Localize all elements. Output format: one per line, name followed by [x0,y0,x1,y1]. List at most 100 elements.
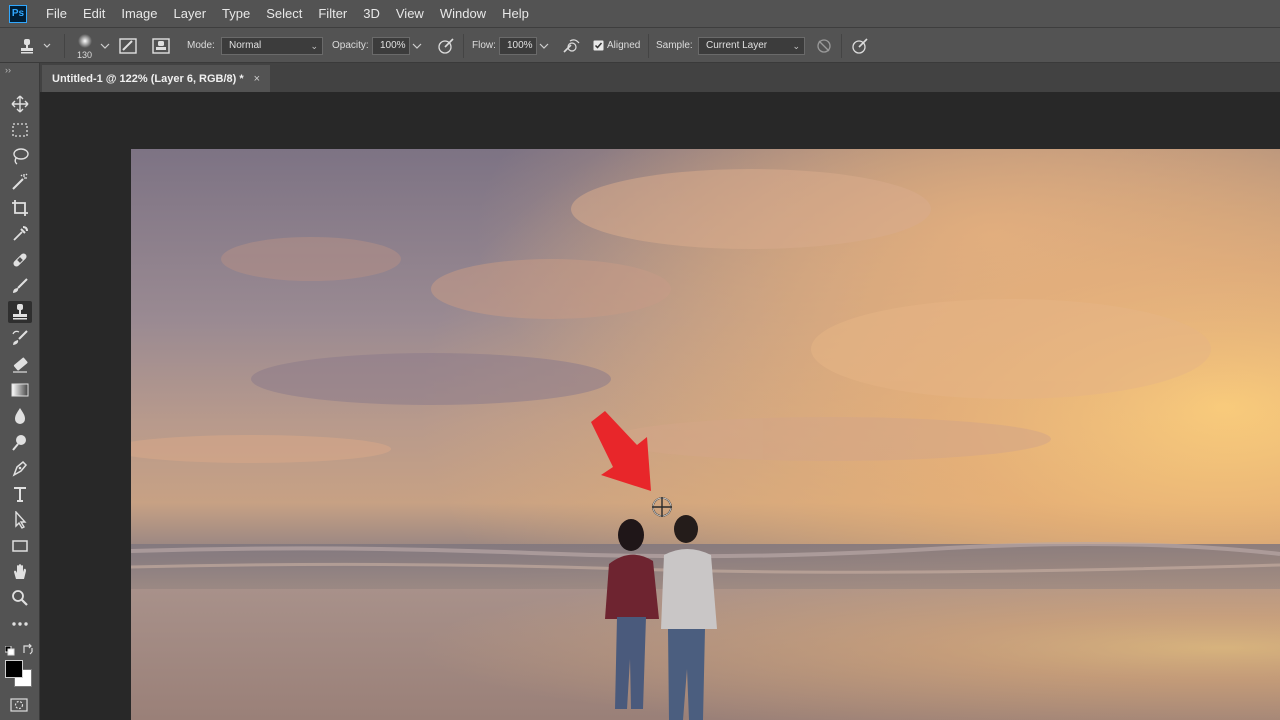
pressure-opacity-toggle[interactable] [436,37,456,55]
clone-stamp-icon [21,39,51,54]
healing-brush-tool[interactable] [8,249,32,271]
quick-mask-button[interactable] [10,698,28,712]
brush-preview[interactable] [74,32,96,50]
gradient-tool[interactable] [8,379,32,401]
sunset-beach-photo [131,149,1280,720]
eraser-icon [13,357,28,373]
rectangular-marquee-icon [12,123,28,137]
mode-select[interactable]: Normal ⌄ [221,37,323,55]
chevron-down-icon: ⌄ [792,41,800,51]
mode-label: Mode: [187,40,215,51]
path-selection-tool[interactable] [8,509,32,531]
menu-file[interactable]: File [38,0,75,27]
brush-size-value: 130 [77,50,93,60]
menu-view[interactable]: View [388,0,432,27]
gradient-icon [11,383,29,397]
airbrush-toggle[interactable] [561,37,581,55]
eyedropper-tool[interactable] [8,223,32,245]
separator [64,34,65,58]
menu-select[interactable]: Select [258,0,310,27]
close-icon[interactable]: × [254,73,260,85]
rectangle-tool[interactable] [8,535,32,557]
opacity-value: 100% [380,40,406,51]
rectangle-icon [12,540,28,552]
flow-label: Flow: [472,40,496,51]
flow-input[interactable]: 100% [499,37,537,55]
opacity-dropdown[interactable] [411,40,423,52]
more-tools[interactable] [8,613,32,635]
droplet-icon [15,408,25,424]
document-canvas-image[interactable] [131,149,1280,720]
menu-type[interactable]: Type [214,0,258,27]
checkbox-checked-icon [593,40,603,50]
crop-tool[interactable] [8,197,32,219]
type-icon [14,487,26,502]
lasso-tool[interactable] [8,145,32,167]
dodge-tool[interactable] [8,431,32,453]
menu-edit[interactable]: Edit [75,0,113,27]
flow-value: 100% [507,40,533,51]
move-tool[interactable] [8,93,32,115]
brush-settings-toggle[interactable] [118,37,138,55]
hand-icon [14,564,26,579]
bandage-icon [13,253,27,267]
options-bar: 130 Mode: Normal ⌄ Opacity: 100% Flow: 1… [0,27,1280,63]
type-tool[interactable] [8,483,32,505]
pen-tool[interactable] [8,457,32,479]
opacity-input[interactable]: 100% [372,37,410,55]
pressure-size-toggle[interactable] [850,37,870,55]
document-tab[interactable]: Untitled-1 @ 122% (Layer 6, RGB/8) * × [42,65,270,92]
menu-3d[interactable]: 3D [355,0,388,27]
separator [463,34,464,58]
pressure-pen-icon [438,38,454,54]
flow-dropdown[interactable] [538,40,550,52]
clone-stamp-tool[interactable] [8,301,32,323]
clone-source-toggle[interactable] [151,37,171,55]
menu-filter[interactable]: Filter [310,0,355,27]
crop-icon [12,200,28,216]
photoshop-logo[interactable]: Ps [9,4,27,23]
menu-layer[interactable]: Layer [166,0,215,27]
marquee-tool[interactable] [8,119,32,141]
brush-picker-dropdown[interactable] [99,40,111,52]
default-colors-button[interactable] [4,643,15,656]
menu-image[interactable]: Image [113,0,165,27]
zoom-tool[interactable] [8,587,32,609]
ellipsis-icon [12,622,28,626]
eyedropper-icon [13,226,28,241]
clone-source-crosshair-icon [652,497,672,517]
sample-select[interactable]: Current Layer ⌄ [698,37,805,55]
swap-colors-button[interactable] [22,642,34,655]
history-brush-tool[interactable] [8,327,32,349]
chevron-down-icon [412,43,422,49]
dodge-icon [12,435,26,451]
opacity-label: Opacity: [332,40,369,51]
aligned-label: Aligned [607,40,641,51]
pressure-pen-icon [852,38,868,54]
soft-brush-icon [78,34,92,48]
panel-collapse-grip[interactable]: ›› [5,65,11,75]
separator [648,34,649,58]
ignore-adjustment-layers-toggle[interactable] [814,37,834,55]
quick-mask-icon [10,698,28,712]
menu-window[interactable]: Window [432,0,494,27]
magic-wand-tool[interactable] [8,171,32,193]
tools-panel: ›› [0,63,40,720]
menu-help[interactable]: Help [494,0,537,27]
document-tab-title: Untitled-1 @ 122% (Layer 6, RGB/8) * [52,72,244,85]
clone-source-panel-icon [152,38,170,54]
hand-tool[interactable] [8,561,32,583]
document-tab-bar: Untitled-1 @ 122% (Layer 6, RGB/8) * × [40,63,1280,92]
brush-icon [13,278,28,293]
tool-preset-picker[interactable] [20,36,54,56]
pen-icon [12,460,28,477]
lasso-icon [13,148,29,165]
blur-tool[interactable] [8,405,32,427]
mode-value: Normal [229,40,262,51]
eraser-tool[interactable] [8,353,32,375]
magic-wand-icon [12,173,28,190]
aligned-checkbox[interactable] [592,39,604,51]
brush-tool[interactable] [8,275,32,297]
foreground-color-swatch[interactable] [5,660,23,678]
menu-bar: Ps File Edit Image Layer Type Select Fil… [0,0,1280,27]
